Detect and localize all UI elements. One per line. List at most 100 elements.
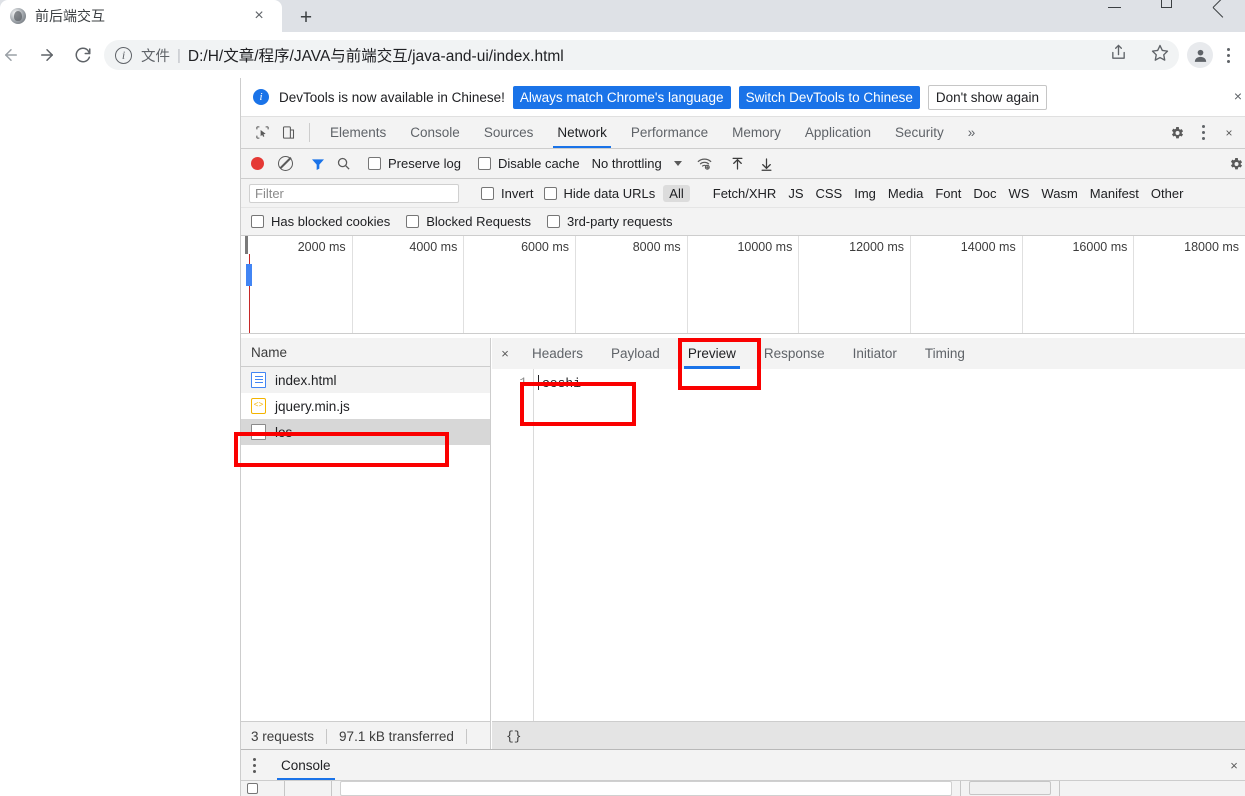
chevron-down-icon[interactable]	[673, 161, 682, 166]
share-icon[interactable]	[1110, 44, 1127, 66]
tab-elements[interactable]: Elements	[318, 117, 398, 148]
record-button[interactable]	[251, 157, 264, 170]
timeline-ruler: 2000 ms 4000 ms 6000 ms 8000 ms 10000 ms…	[241, 236, 1245, 333]
filter-type-img[interactable]: Img	[848, 185, 882, 202]
console-filter-input[interactable]	[340, 780, 952, 796]
omnibox-separator: |	[177, 46, 181, 64]
reload-icon[interactable]	[68, 40, 98, 70]
disable-cache-checkbox[interactable]: Disable cache	[477, 156, 580, 171]
always-match-language-button[interactable]: Always match Chrome's language	[512, 85, 731, 109]
profile-avatar-icon[interactable]	[1187, 42, 1213, 68]
has-blocked-cookies-checkbox[interactable]: Has blocked cookies	[251, 214, 390, 229]
filter-type-manifest[interactable]: Manifest	[1084, 185, 1145, 202]
gear-icon[interactable]	[1164, 125, 1190, 141]
tab-performance[interactable]: Performance	[619, 117, 720, 148]
tab-network[interactable]: Network	[545, 117, 619, 148]
devtools-kebab-icon[interactable]	[1190, 125, 1216, 140]
filter-type-media[interactable]: Media	[882, 185, 929, 202]
drawer-close-icon[interactable]: ×	[1222, 750, 1245, 780]
filter-type-doc[interactable]: Doc	[967, 185, 1002, 202]
timeline-tick-label: 2000 ms	[297, 240, 346, 254]
address-bar[interactable]: i 文件 | D:/H/文章/程序/JAVA与前端交互/java-and-ui/…	[104, 40, 1179, 70]
has-blocked-cookies-label: Has blocked cookies	[271, 214, 391, 229]
browser-tab[interactable]: 前后端交互 ×	[0, 0, 282, 32]
checkbox-box	[543, 186, 557, 200]
site-info-icon[interactable]: i	[115, 46, 132, 64]
filter-type-css[interactable]: CSS	[810, 185, 849, 202]
more-tabs-icon[interactable]: »	[956, 117, 988, 148]
console-checkbox[interactable]	[247, 782, 258, 794]
tab-timing[interactable]: Timing	[911, 338, 979, 369]
invert-checkbox[interactable]: Invert	[481, 186, 534, 201]
device-toolbar-icon[interactable]	[275, 117, 301, 148]
funnel-icon[interactable]	[310, 156, 326, 172]
import-har-icon[interactable]	[730, 156, 745, 172]
omnibox-scheme-label: 文件	[141, 48, 170, 65]
new-tab-button[interactable]: +	[292, 3, 320, 31]
timeline-tick: 2000 ms	[241, 236, 353, 333]
preview-content-area[interactable]: 1 ceshi	[492, 369, 1245, 721]
filter-type-js[interactable]: JS	[782, 185, 809, 202]
blocked-requests-checkbox[interactable]: Blocked Requests	[406, 214, 531, 229]
third-party-requests-checkbox[interactable]: 3rd-party requests	[547, 214, 673, 229]
transfer-size: 97.1 kB transferred	[339, 728, 454, 744]
search-icon[interactable]	[336, 156, 351, 171]
network-overview-timeline[interactable]: 2000 ms 4000 ms 6000 ms 8000 ms 10000 ms…	[241, 236, 1245, 334]
minimize-icon[interactable]	[1107, 6, 1123, 18]
close-icon[interactable]: ×	[250, 7, 268, 25]
maximize-icon[interactable]	[1159, 0, 1175, 18]
clear-button[interactable]	[278, 156, 293, 171]
table-row[interactable]: index.html	[241, 367, 490, 393]
network-settings-gear-icon[interactable]	[1228, 156, 1244, 172]
tab-security[interactable]: Security	[883, 117, 956, 148]
window-close-icon[interactable]	[1211, 6, 1227, 18]
table-row[interactable]: <> jquery.min.js	[241, 393, 490, 419]
tab-console[interactable]: Console	[398, 117, 472, 148]
devtools-close-icon[interactable]: ×	[1216, 126, 1242, 140]
tab-initiator[interactable]: Initiator	[839, 338, 911, 369]
tab-console-drawer[interactable]: Console	[267, 750, 345, 780]
forward-icon[interactable]	[32, 40, 62, 70]
blocked-requests-label: Blocked Requests	[426, 214, 532, 229]
preserve-log-checkbox[interactable]: Preserve log	[368, 156, 461, 171]
dont-show-again-button[interactable]: Don't show again	[927, 84, 1048, 110]
inspect-cursor-icon[interactable]	[249, 117, 275, 148]
request-list-column-header[interactable]: Name	[241, 338, 490, 367]
line-number: 1	[519, 376, 527, 390]
preserve-log-label: Preserve log	[388, 156, 461, 171]
filter-type-all[interactable]: All	[663, 184, 690, 202]
tab-headers[interactable]: Headers	[518, 338, 597, 369]
timeline-tick-label: 16000 ms	[1072, 240, 1128, 254]
drawer-kebab-icon[interactable]	[241, 750, 267, 780]
generic-file-icon	[251, 424, 266, 440]
network-conditions-icon[interactable]	[696, 156, 713, 171]
filter-type-wasm[interactable]: Wasm	[1035, 185, 1083, 202]
network-filter-row-2: Has blocked cookies Blocked Requests 3rd…	[241, 208, 1245, 236]
filter-type-font[interactable]: Font	[929, 185, 967, 202]
notification-close-icon[interactable]: ×	[1234, 89, 1242, 103]
back-icon[interactable]	[0, 40, 26, 70]
filter-type-fetch-xhr[interactable]: Fetch/XHR	[707, 185, 783, 202]
tab-payload[interactable]: Payload	[597, 338, 674, 369]
tab-sources[interactable]: Sources	[472, 117, 546, 148]
tab-memory[interactable]: Memory	[720, 117, 793, 148]
timeline-tick-label: 12000 ms	[849, 240, 905, 254]
filter-type-ws[interactable]: WS	[1002, 185, 1035, 202]
devtools-tabbar-actions: ×	[1147, 117, 1245, 148]
table-row[interactable]: los	[241, 419, 490, 445]
filter-type-other[interactable]: Other	[1145, 185, 1190, 202]
tab-response[interactable]: Response	[750, 338, 839, 369]
switch-to-chinese-button[interactable]: Switch DevTools to Chinese	[738, 85, 920, 109]
bookmark-star-icon[interactable]	[1151, 44, 1169, 67]
tab-preview[interactable]: Preview	[674, 338, 750, 369]
console-level-select[interactable]	[969, 781, 1051, 795]
devtools-panel: i DevTools is now available in Chinese! …	[240, 78, 1245, 796]
browser-menu-kebab-icon[interactable]	[1217, 47, 1239, 63]
tab-application[interactable]: Application	[793, 117, 883, 148]
filter-input[interactable]: Filter	[249, 183, 459, 203]
close-detail-icon[interactable]: ×	[492, 338, 518, 369]
divider	[326, 728, 328, 744]
throttling-select[interactable]: No throttling	[592, 156, 662, 171]
hide-data-urls-checkbox[interactable]: Hide data URLs	[543, 186, 655, 201]
export-har-icon[interactable]	[759, 156, 774, 172]
